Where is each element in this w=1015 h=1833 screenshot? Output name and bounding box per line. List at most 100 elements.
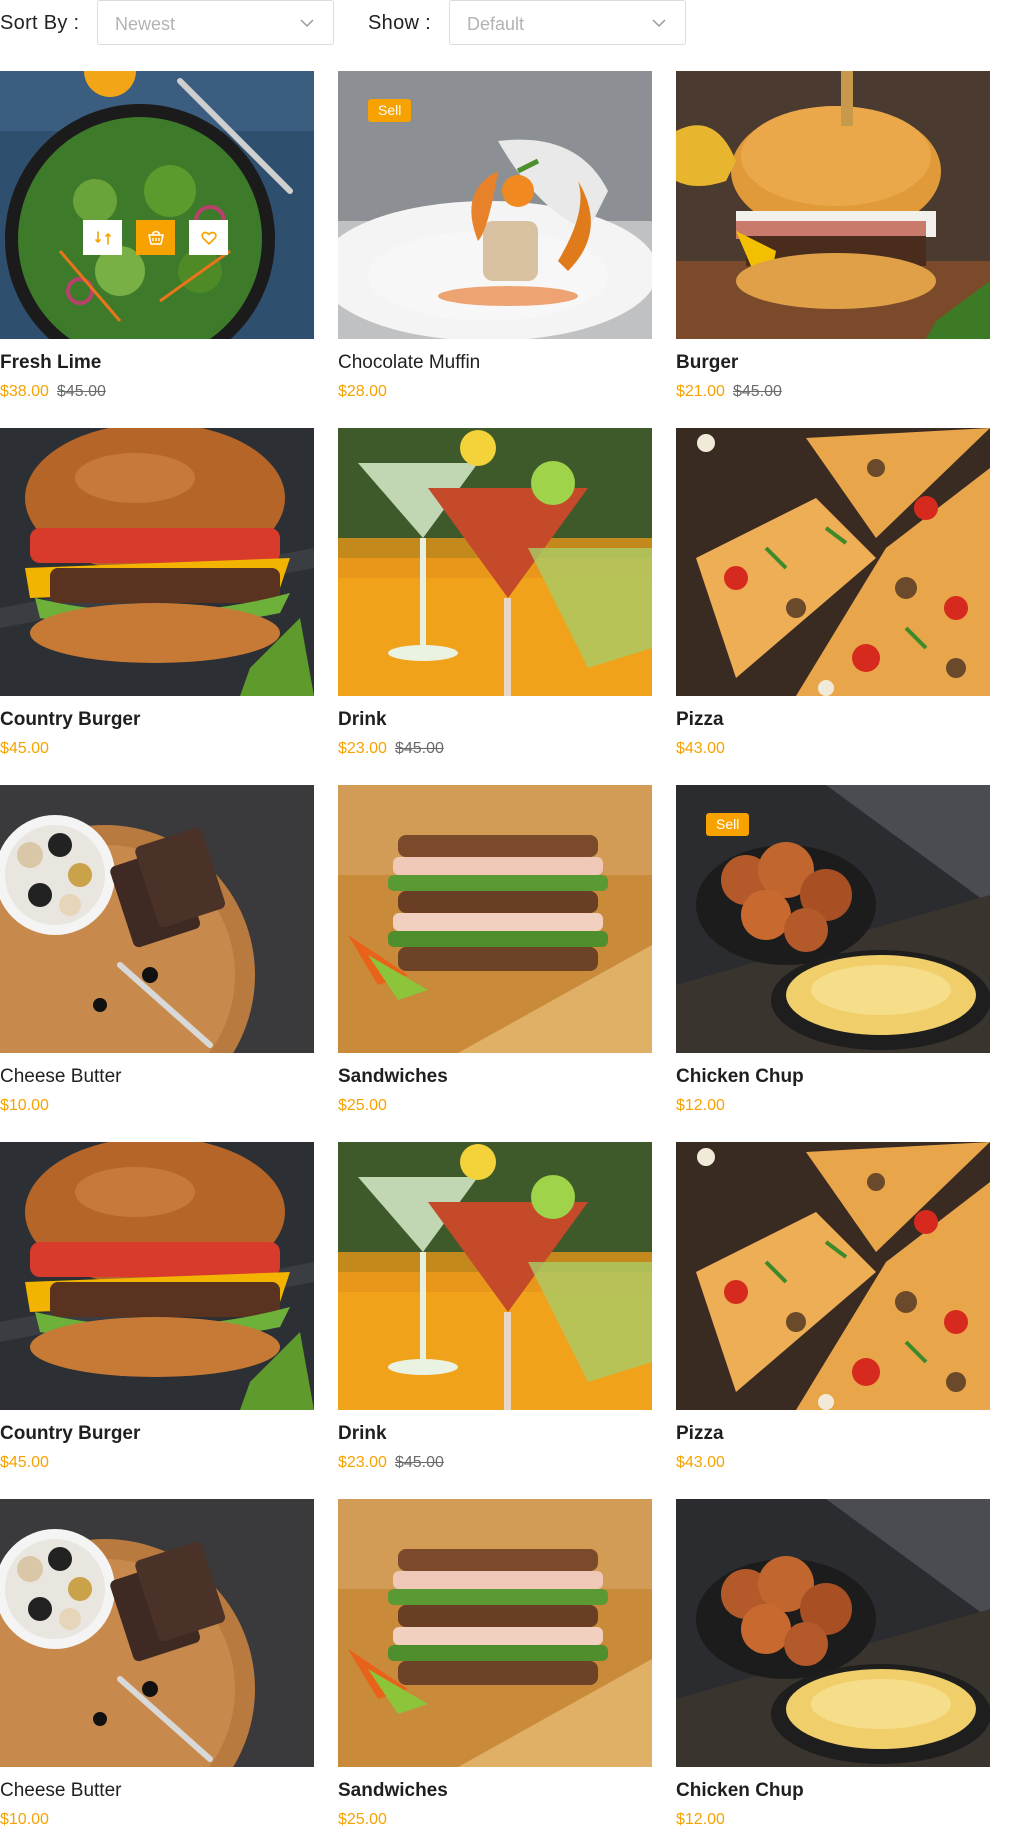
show-value: Default [467, 14, 525, 34]
product-card[interactable]: Country Burger $45.00 [0, 428, 314, 760]
product-price: $12.00 [676, 1097, 725, 1114]
product-card[interactable]: Sandwiches $25.00 [338, 785, 652, 1117]
product-price: $21.00 [676, 383, 725, 400]
compare-button[interactable] [83, 220, 122, 255]
product-title[interactable]: Chicken Chup [676, 1065, 990, 1089]
product-image[interactable]: Sell [676, 785, 990, 1053]
product-image[interactable] [676, 71, 990, 339]
product-card[interactable]: Burger $21.00 $45.00 [676, 71, 990, 403]
product-image[interactable] [676, 1499, 990, 1767]
product-old-price: $45.00 [394, 740, 444, 757]
compare-icon [94, 230, 111, 245]
product-photo [0, 428, 314, 696]
product-title[interactable]: Country Burger [0, 708, 314, 732]
product-prices: $45.00 [0, 1452, 314, 1474]
product-prices: $21.00 $45.00 [676, 381, 990, 403]
product-photo [0, 1142, 314, 1410]
product-prices: $43.00 [676, 738, 990, 760]
product-image[interactable] [676, 428, 990, 696]
sale-badge: Sell [706, 813, 750, 836]
product-card[interactable]: Cheese Butter $10.00 [0, 785, 314, 1117]
product-price: $45.00 [0, 1454, 49, 1471]
product-card[interactable]: Sell Chicken Chup $12.00 [676, 785, 990, 1117]
show-label: Show : [368, 12, 431, 34]
product-image[interactable] [338, 1499, 652, 1767]
product-photo [676, 1142, 990, 1410]
product-title[interactable]: Drink [338, 1422, 652, 1446]
product-title[interactable]: Chocolate Muffin [338, 351, 652, 375]
product-prices: $12.00 [676, 1809, 990, 1831]
product-card[interactable]: Drink $23.00 $45.00 [338, 1142, 652, 1474]
product-image[interactable] [0, 1142, 314, 1410]
sale-badge: Sell [368, 99, 412, 122]
product-title[interactable]: Chicken Chup [676, 1779, 990, 1803]
product-price: $23.00 [338, 1454, 387, 1471]
product-photo [0, 785, 314, 1053]
product-photo [338, 785, 652, 1053]
product-title[interactable]: Country Burger [0, 1422, 314, 1446]
product-title[interactable]: Sandwiches [338, 1779, 652, 1803]
product-prices: $25.00 [338, 1095, 652, 1117]
product-photo [676, 428, 990, 696]
product-image[interactable] [676, 1142, 990, 1410]
product-price: $43.00 [676, 1454, 725, 1471]
product-title[interactable]: Pizza [676, 708, 990, 732]
product-title[interactable]: Fresh Lime [0, 351, 314, 375]
chevron-down-icon [652, 19, 666, 28]
product-price: $25.00 [338, 1097, 387, 1114]
add-to-cart-button[interactable] [136, 220, 175, 255]
product-card[interactable]: Sell Chocolate Muffin $28.00 [338, 71, 652, 403]
product-title[interactable]: Drink [338, 708, 652, 732]
product-photo [676, 1499, 990, 1767]
product-prices: $10.00 [0, 1095, 314, 1117]
product-title[interactable]: Cheese Butter [0, 1779, 314, 1803]
product-card[interactable]: Sandwiches $25.00 [338, 1499, 652, 1831]
product-image[interactable] [0, 1499, 314, 1767]
product-image[interactable] [338, 785, 652, 1053]
product-title[interactable]: Sandwiches [338, 1065, 652, 1089]
product-card[interactable]: Cheese Butter $10.00 [0, 1499, 314, 1831]
cart-icon [147, 230, 164, 245]
product-prices: $12.00 [676, 1095, 990, 1117]
product-prices: $23.00 $45.00 [338, 738, 652, 760]
product-prices: $45.00 [0, 738, 314, 760]
product-price: $28.00 [338, 383, 387, 400]
wishlist-button[interactable] [189, 220, 228, 255]
product-photo [0, 1499, 314, 1767]
product-photo [338, 1499, 652, 1767]
show-select[interactable]: Default [449, 0, 686, 45]
product-image[interactable] [0, 785, 314, 1053]
product-price: $10.00 [0, 1097, 49, 1114]
product-prices: $23.00 $45.00 [338, 1452, 652, 1474]
product-title[interactable]: Burger [676, 351, 990, 375]
product-image[interactable] [338, 428, 652, 696]
product-card[interactable]: Pizza $43.00 [676, 428, 990, 760]
product-old-price: $45.00 [56, 383, 106, 400]
product-old-price: $45.00 [732, 383, 782, 400]
product-card[interactable]: Drink $23.00 $45.00 [338, 428, 652, 760]
product-prices: $25.00 [338, 1809, 652, 1831]
heart-icon [200, 231, 217, 245]
product-price: $38.00 [0, 383, 49, 400]
product-card[interactable]: Pizza $43.00 [676, 1142, 990, 1474]
product-old-price: $45.00 [394, 1454, 444, 1471]
product-card[interactable]: Chicken Chup $12.00 [676, 1499, 990, 1831]
product-card[interactable]: Fresh Lime $38.00 $45.00 [0, 71, 314, 403]
product-prices: $38.00 $45.00 [0, 381, 314, 403]
sort-by-select[interactable]: Newest [97, 0, 334, 45]
product-prices: $43.00 [676, 1452, 990, 1474]
product-card[interactable]: Country Burger $45.00 [0, 1142, 314, 1474]
chevron-down-icon [300, 19, 314, 28]
product-image[interactable] [338, 1142, 652, 1410]
product-price: $10.00 [0, 1811, 49, 1828]
product-photo [0, 71, 314, 339]
product-image[interactable]: Sell [338, 71, 652, 339]
hover-actions [83, 220, 228, 255]
product-image[interactable] [0, 71, 314, 339]
filter-bar: Sort By : Newest Show : Default [0, 0, 1015, 46]
product-image[interactable] [0, 428, 314, 696]
product-title[interactable]: Pizza [676, 1422, 990, 1446]
product-photo [338, 428, 652, 696]
product-title[interactable]: Cheese Butter [0, 1065, 314, 1089]
product-photo [676, 71, 990, 339]
